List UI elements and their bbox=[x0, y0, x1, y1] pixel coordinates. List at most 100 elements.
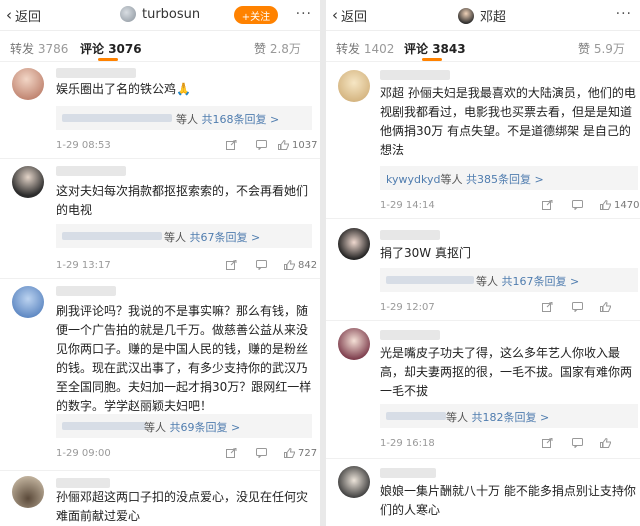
comment-text: 这对夫妇每次捐款都抠抠索索的，不会再看她们的电视 bbox=[56, 184, 309, 217]
tab-like[interactable]: 赞 2.8万 bbox=[254, 40, 301, 57]
reply-preview[interactable]: 等人 共168条回复 > bbox=[56, 106, 312, 130]
comment-text: 捐了30W 真抠门 bbox=[380, 246, 471, 260]
username-blurred[interactable] bbox=[56, 68, 136, 78]
divider bbox=[326, 458, 640, 459]
tab-comment[interactable]: 评论 3843 bbox=[404, 40, 466, 57]
comment-text: 刷我评论吗？我说的不是事实嘛？那么有钱，随便一个广告拍的就是几千万。做慈善公益从… bbox=[56, 304, 312, 413]
left-account-avatar bbox=[120, 6, 136, 22]
comment-icon[interactable] bbox=[256, 448, 267, 458]
avatar[interactable] bbox=[338, 328, 370, 360]
username-blurred[interactable] bbox=[56, 166, 126, 176]
view-replies-link[interactable]: 共67条回复 > bbox=[190, 231, 261, 244]
reply-username[interactable]: kywydkyd bbox=[386, 173, 440, 186]
left-topbar: ‹ 返回 turbosun +关注 ··· bbox=[0, 0, 320, 31]
like-thumb-icon[interactable] bbox=[284, 260, 295, 270]
comment-item: 邓超 孙俪夫妇是我最喜欢的大陆演员，他们的电视剧我都看过，电影我也买票去看，但是… bbox=[326, 62, 640, 222]
reply-users-blurred bbox=[62, 422, 146, 430]
username-blurred[interactable] bbox=[380, 330, 440, 340]
comment-item: 娱乐圈出了名的铁公鸡🙏 等人 共168条回复 > 1-29 08:53 1037 bbox=[0, 62, 320, 160]
comment-item: 光是嘴皮子功夫了得，这么多年艺人你收入最高，却夫妻两抠的很，一毛不拔。国家有难你… bbox=[326, 322, 640, 460]
follow-button[interactable]: +关注 bbox=[234, 6, 278, 24]
view-replies-link[interactable]: 共168条回复 > bbox=[202, 113, 280, 126]
left-tabs: 转发 3786 评论 3076 赞 2.8万 bbox=[0, 31, 320, 62]
username-blurred[interactable] bbox=[380, 70, 450, 80]
like-thumb-icon[interactable] bbox=[600, 302, 611, 312]
avatar[interactable] bbox=[338, 70, 370, 102]
reply-preview[interactable]: 等人 共67条回复 > bbox=[56, 224, 312, 248]
avatar[interactable] bbox=[338, 228, 370, 260]
share-icon[interactable] bbox=[226, 260, 237, 270]
reply-preview[interactable]: 等人 共182条回复 > bbox=[380, 404, 638, 428]
comment-icon[interactable] bbox=[572, 438, 583, 448]
comment-time: 1-29 12:07 bbox=[380, 302, 435, 313]
right-back-label: 返回 bbox=[341, 10, 368, 25]
like-count: 1037 bbox=[292, 140, 318, 151]
comment-time: 1-29 09:00 bbox=[56, 448, 111, 459]
like-thumb-icon[interactable] bbox=[600, 438, 611, 448]
reply-summary: kywydkyd等人 共385条回复 > bbox=[386, 173, 544, 186]
comment-item: 刷我评论吗？我说的不是事实嘛？那么有钱，随便一个广告拍的就是几千万。做慈善公益从… bbox=[0, 280, 320, 472]
tab-comment[interactable]: 评论 3076 bbox=[80, 40, 142, 57]
comparison-screenshot: ‹ 返回 turbosun +关注 ··· 转发 3786 评论 3076 赞 … bbox=[0, 0, 640, 526]
avatar[interactable] bbox=[338, 466, 370, 498]
reply-summary: 等人 共168条回复 > bbox=[176, 113, 280, 126]
back-chevron-icon: ‹ bbox=[6, 6, 12, 24]
like-thumb-icon[interactable] bbox=[278, 140, 289, 150]
share-icon[interactable] bbox=[542, 302, 553, 312]
comment-item: 这对夫妇每次捐款都抠抠索索的，不会再看她们的电视 等人 共67条回复 > 1-2… bbox=[0, 160, 320, 280]
comment-item: 孙俪邓超这两口子扣的没点爱心，没见在任何灾难面前献过爱心 bbox=[0, 472, 320, 526]
view-replies-link[interactable]: 共385条回复 > bbox=[466, 173, 544, 186]
tab-repost[interactable]: 转发 3786 bbox=[10, 40, 68, 57]
reply-summary: 等人 共67条回复 > bbox=[164, 231, 261, 244]
divider bbox=[0, 278, 320, 279]
avatar[interactable] bbox=[12, 476, 44, 508]
reply-preview[interactable]: kywydkyd等人 共385条回复 > bbox=[380, 166, 638, 190]
like-count: 1470 bbox=[614, 200, 640, 211]
like-thumb-icon[interactable] bbox=[284, 448, 295, 458]
share-icon[interactable] bbox=[226, 448, 237, 458]
tab-repost[interactable]: 转发 1402 bbox=[336, 40, 394, 57]
share-icon[interactable] bbox=[226, 140, 237, 150]
comment-icon[interactable] bbox=[572, 200, 583, 210]
username-blurred[interactable] bbox=[56, 286, 116, 296]
reply-preview[interactable]: 等人 共167条回复 > bbox=[380, 268, 638, 292]
left-account-title[interactable]: turbosun bbox=[120, 6, 200, 22]
comment-time: 1-29 14:14 bbox=[380, 200, 435, 211]
left-back-button[interactable]: ‹ 返回 bbox=[6, 6, 42, 26]
username-blurred[interactable] bbox=[56, 478, 110, 488]
view-replies-link[interactable]: 共167条回复 > bbox=[502, 275, 580, 288]
more-dots-icon[interactable]: ··· bbox=[296, 6, 312, 22]
more-dots-icon[interactable]: ··· bbox=[616, 6, 632, 22]
share-icon[interactable] bbox=[542, 200, 553, 210]
tab-like[interactable]: 赞 5.9万 bbox=[578, 40, 625, 57]
username-blurred[interactable] bbox=[380, 468, 436, 478]
share-icon[interactable] bbox=[542, 438, 553, 448]
comment-time: 1-29 13:17 bbox=[56, 260, 111, 271]
avatar[interactable] bbox=[12, 68, 44, 100]
active-tab-indicator bbox=[98, 58, 118, 61]
divider bbox=[0, 470, 320, 471]
right-back-button[interactable]: ‹ 返回 bbox=[332, 6, 368, 26]
like-thumb-icon[interactable] bbox=[600, 200, 611, 210]
reply-preview[interactable]: 等人 共69条回复 > bbox=[56, 414, 312, 438]
reply-users-blurred bbox=[386, 276, 474, 284]
comment-text: 娘娘一集片酬就八十万 能不能多捐点别让支持你们的人寒心 bbox=[380, 484, 636, 517]
view-replies-link[interactable]: 共69条回复 > bbox=[170, 421, 241, 434]
left-weibo-panel: ‹ 返回 turbosun +关注 ··· 转发 3786 评论 3076 赞 … bbox=[0, 0, 320, 526]
comment-time: 1-29 16:18 bbox=[380, 438, 435, 449]
right-tabs: 转发 1402 评论 3843 赞 5.9万 bbox=[326, 31, 640, 62]
username-blurred[interactable] bbox=[380, 230, 440, 240]
view-replies-link[interactable]: 共182条回复 > bbox=[472, 411, 550, 424]
left-back-label: 返回 bbox=[15, 10, 42, 25]
like-count: 727 bbox=[298, 448, 318, 459]
divider bbox=[326, 320, 640, 321]
comment-item: 捐了30W 真抠门 等人 共167条回复 > 1-29 12:07 bbox=[326, 222, 640, 322]
right-account-title[interactable]: 邓超 bbox=[458, 6, 506, 25]
comment-icon[interactable] bbox=[256, 140, 267, 150]
reply-summary: 等人 共167条回复 > bbox=[476, 275, 580, 288]
comment-time: 1-29 08:53 bbox=[56, 140, 111, 151]
comment-icon[interactable] bbox=[572, 302, 583, 312]
avatar[interactable] bbox=[12, 286, 44, 318]
comment-icon[interactable] bbox=[256, 260, 267, 270]
avatar[interactable] bbox=[12, 166, 44, 198]
